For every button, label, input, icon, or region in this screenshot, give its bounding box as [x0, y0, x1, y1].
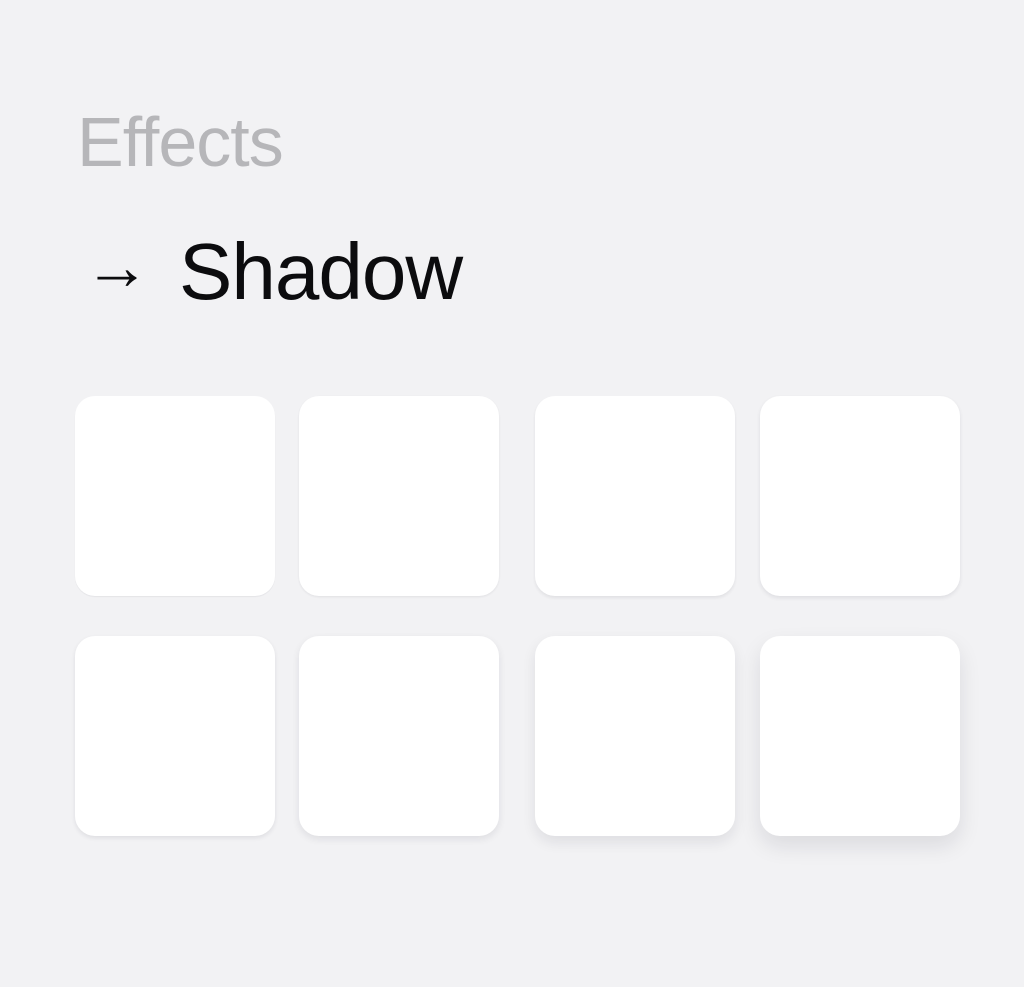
shadow-tile-6 — [299, 636, 499, 836]
shadow-tile-2 — [299, 396, 499, 596]
shadow-tile-7 — [535, 636, 735, 836]
category-title: Effects — [77, 103, 284, 181]
shadow-tile-4 — [760, 396, 960, 596]
section-title: → Shadow — [84, 222, 463, 322]
shadow-tile-8 — [760, 636, 960, 836]
shadow-tile-3 — [535, 396, 735, 596]
shadow-tile-5 — [75, 636, 275, 836]
section-title-label: Shadow — [179, 227, 463, 316]
shadow-tile-1 — [75, 396, 275, 596]
arrow-right-icon: → — [84, 229, 150, 303]
